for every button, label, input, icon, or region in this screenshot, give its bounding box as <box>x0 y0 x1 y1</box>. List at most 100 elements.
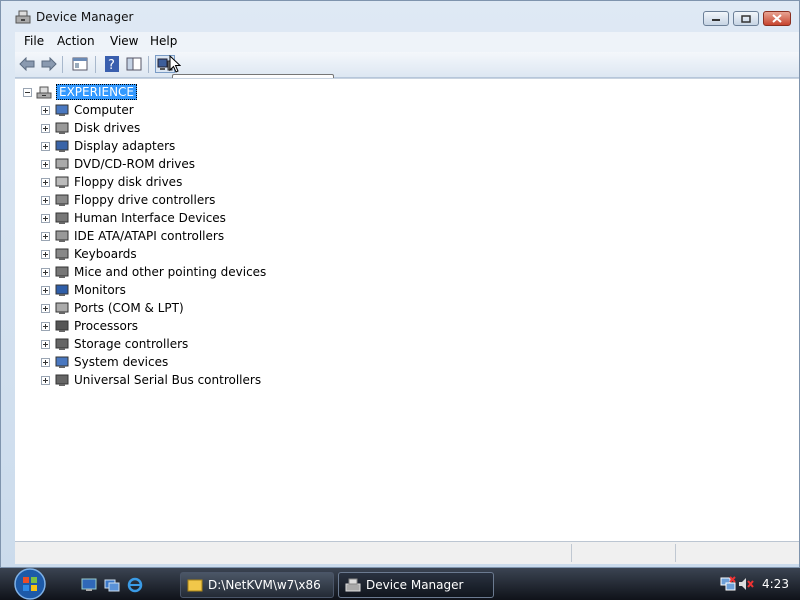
properties-icon <box>72 57 88 71</box>
collapse-icon[interactable] <box>23 87 32 97</box>
tree-item-label: Display adapters <box>74 139 176 153</box>
display-adapter-icon <box>55 140 69 152</box>
expand-icon[interactable] <box>41 321 50 331</box>
tree-item[interactable]: Universal Serial Bus controllers <box>41 371 261 389</box>
dvd-drive-icon <box>55 158 69 170</box>
show-hide-console-tree-button[interactable] <box>124 55 144 73</box>
expand-icon[interactable] <box>41 105 50 115</box>
tree-item[interactable]: System devices <box>41 353 168 371</box>
folder-icon <box>187 579 203 592</box>
expand-icon[interactable] <box>41 159 50 169</box>
show-desktop-icon[interactable] <box>81 577 97 593</box>
window-title: Device Manager <box>36 10 134 24</box>
toolbar-separator <box>62 56 63 73</box>
volume-muted-icon[interactable] <box>738 576 754 592</box>
monitor-icon <box>55 284 69 296</box>
mouse-cursor-icon <box>169 55 181 73</box>
tree-item-label: Universal Serial Bus controllers <box>74 373 262 387</box>
tree-item[interactable]: Monitors <box>41 281 126 299</box>
device-manager-app-icon <box>15 10 31 24</box>
status-divider <box>675 544 677 562</box>
expand-icon[interactable] <box>41 123 50 133</box>
tree-item-label: Keyboards <box>74 247 137 261</box>
tree-item-label: Monitors <box>74 283 126 297</box>
taskbar-item-device-manager[interactable]: Device Manager <box>338 572 494 598</box>
maximize-icon <box>741 14 751 23</box>
tree-root-label[interactable]: EXPERIENCE <box>56 84 138 100</box>
expand-icon[interactable] <box>41 231 50 241</box>
tree-item-label: DVD/CD-ROM drives <box>74 157 196 171</box>
device-manager-icon <box>345 578 361 592</box>
tree-item[interactable]: Storage controllers <box>41 335 188 353</box>
close-button[interactable] <box>763 11 791 26</box>
menu-help[interactable]: Help <box>147 34 180 48</box>
toolbar: ? <box>15 52 799 78</box>
tree-item[interactable]: Ports (COM & LPT) <box>41 299 184 317</box>
tree-root-row[interactable]: EXPERIENCE <box>23 83 138 101</box>
tree-item[interactable]: Mice and other pointing devices <box>41 263 266 281</box>
toolbar-separator <box>148 56 149 73</box>
port-icon <box>55 302 69 314</box>
expand-icon[interactable] <box>41 375 50 385</box>
processor-icon <box>55 320 69 332</box>
expand-icon[interactable] <box>41 141 50 151</box>
tree-item[interactable]: Computer <box>41 101 134 119</box>
tree-item-label: Human Interface Devices <box>74 211 226 225</box>
tree-item[interactable]: Processors <box>41 317 138 335</box>
floppy-drive-icon <box>55 176 69 188</box>
expand-icon[interactable] <box>41 267 50 277</box>
expand-icon[interactable] <box>41 303 50 313</box>
keyboard-icon <box>55 248 69 260</box>
expand-icon[interactable] <box>41 195 50 205</box>
expand-icon[interactable] <box>41 285 50 295</box>
status-bar <box>15 541 799 564</box>
properties-button[interactable] <box>70 55 90 73</box>
forward-button[interactable] <box>39 55 59 73</box>
tree-item[interactable]: IDE ATA/ATAPI controllers <box>41 227 224 245</box>
tree-item-label: Disk drives <box>74 121 141 135</box>
ide-controller-icon <box>55 230 69 242</box>
tree-item-label: Storage controllers <box>74 337 189 351</box>
expand-icon[interactable] <box>41 249 50 259</box>
hid-icon <box>55 212 69 224</box>
forward-icon <box>41 57 57 71</box>
taskbar-item-folder[interactable]: D:\NetKVM\w7\x86 <box>180 572 334 598</box>
menu-file[interactable]: File <box>21 34 47 48</box>
tree-item[interactable]: Display adapters <box>41 137 175 155</box>
taskbar-item-label: Device Manager <box>366 578 464 592</box>
tree-item[interactable]: Floppy disk drives <box>41 173 182 191</box>
menu-action[interactable]: Action <box>54 34 98 48</box>
expand-icon[interactable] <box>41 177 50 187</box>
system-devices-icon <box>55 356 69 368</box>
internet-explorer-icon[interactable] <box>127 577 143 593</box>
clock[interactable]: 4:23 <box>762 577 789 591</box>
maximize-button[interactable] <box>733 11 759 26</box>
title-bar[interactable]: Device Manager <box>1 1 799 31</box>
menu-bar: File Action View Help <box>15 32 799 52</box>
tree-item-label: Processors <box>74 319 139 333</box>
expand-icon[interactable] <box>41 213 50 223</box>
status-divider <box>571 544 573 562</box>
expand-icon[interactable] <box>41 357 50 367</box>
expand-icon[interactable] <box>41 339 50 349</box>
mouse-icon <box>55 266 69 278</box>
menu-view[interactable]: View <box>107 34 141 48</box>
minimize-button[interactable] <box>703 11 729 26</box>
computer-root-icon <box>36 86 52 99</box>
help-button[interactable]: ? <box>102 55 122 73</box>
tree-item[interactable]: Floppy drive controllers <box>41 191 215 209</box>
switch-windows-icon[interactable] <box>104 577 120 593</box>
back-button[interactable] <box>17 55 37 73</box>
taskbar-item-label: D:\NetKVM\w7\x86 <box>208 578 321 592</box>
tree-item[interactable]: Human Interface Devices <box>41 209 226 227</box>
tree-item-label: Computer <box>74 103 134 117</box>
storage-controller-icon <box>55 338 69 350</box>
device-manager-window: Device Manager File Action View Help ? E… <box>0 0 800 568</box>
minimize-icon <box>712 18 720 21</box>
tree-item[interactable]: Keyboards <box>41 245 137 263</box>
close-icon <box>772 14 782 23</box>
start-button[interactable] <box>10 568 50 600</box>
tree-item[interactable]: DVD/CD-ROM drives <box>41 155 195 173</box>
tree-item[interactable]: Disk drives <box>41 119 140 137</box>
network-icon[interactable] <box>720 576 736 592</box>
